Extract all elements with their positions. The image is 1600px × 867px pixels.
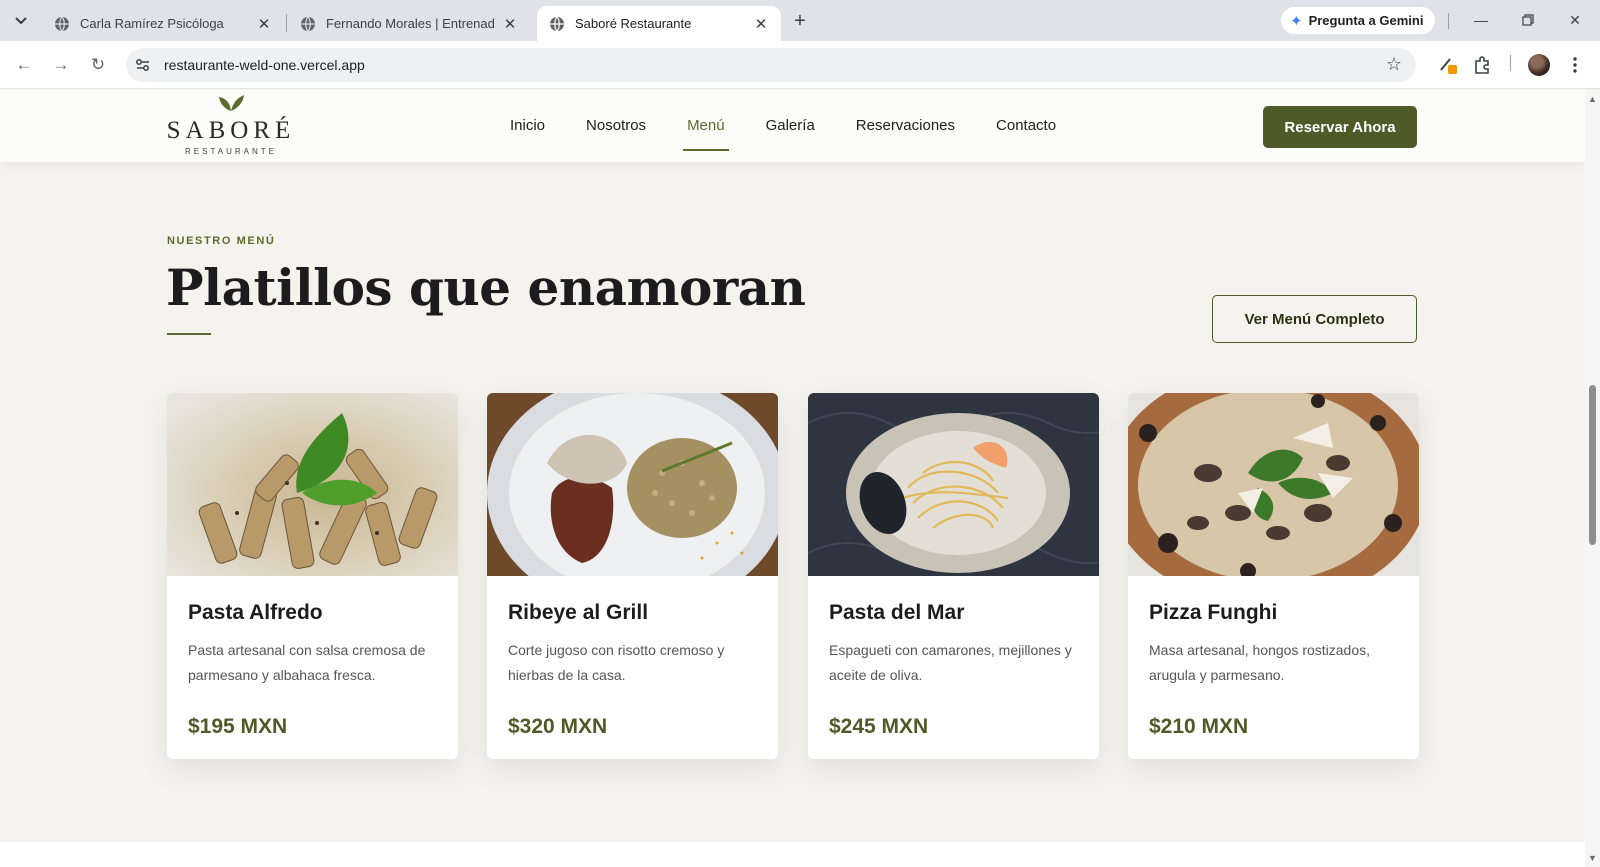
browser-toolbar: ← → ↻ restaurante-weld-one.vercel.app ☆ [0, 41, 1600, 89]
dish-photo [167, 393, 458, 576]
site-header: SABORÉ RESTAURANTE Inicio Nosotros Menú … [0, 90, 1585, 162]
globe-icon [301, 16, 315, 31]
dish-card[interactable]: Pizza Funghi Masa artesanal, hongos rost… [1128, 393, 1419, 759]
nav-inicio[interactable]: Inicio [510, 90, 545, 162]
site-logo[interactable]: SABORÉ RESTAURANTE [166, 94, 296, 158]
nav-menu[interactable]: Menú [683, 90, 729, 162]
back-arrow-icon[interactable]: ← [11, 52, 37, 78]
dish-description: Espagueti con camarones, mejillones y ac… [829, 642, 1072, 683]
page-scrollbar[interactable]: ▲ ▼ [1585, 90, 1600, 867]
nav-nosotros[interactable]: Nosotros [586, 90, 646, 162]
section-title: Platillos que enamoran [166, 258, 806, 317]
globe-icon [550, 16, 564, 31]
chevron-down-icon [15, 17, 27, 25]
tab-search-button[interactable] [6, 8, 36, 34]
scroll-up-icon[interactable]: ▲ [1587, 94, 1598, 104]
title-underline [167, 333, 211, 335]
url-text: restaurante-weld-one.vercel.app [164, 57, 365, 73]
scrollbar-thumb[interactable] [1589, 385, 1596, 545]
restore-icon[interactable] [1513, 8, 1543, 32]
close-window-icon[interactable]: ✕ [1560, 8, 1590, 32]
dish-name: Ribeye al Grill [508, 601, 649, 624]
globe-icon [55, 16, 69, 31]
view-full-menu-button[interactable]: Ver Menú Completo [1212, 295, 1417, 343]
gemini-button[interactable]: ✦ Pregunta a Gemini [1281, 7, 1436, 34]
reserve-now-button[interactable]: Reservar Ahora [1263, 106, 1417, 148]
toolbar-divider [1448, 13, 1449, 29]
extension-pen-icon[interactable] [1436, 53, 1460, 77]
browser-tab[interactable]: Carla Ramírez Psicóloga ✕ [42, 6, 284, 41]
dish-cards: Pasta Alfredo Pasta artesanal con salsa … [167, 393, 1419, 759]
next-section-edge [0, 842, 1585, 867]
nav-reservaciones[interactable]: Reservaciones [856, 90, 955, 162]
dish-description: Masa artesanal, hongos rostizados, arugu… [1149, 642, 1371, 683]
address-bar[interactable]: restaurante-weld-one.vercel.app ☆ [126, 48, 1416, 82]
logo-name: SABORÉ [166, 117, 296, 144]
tab-title: Saboré Restaurante [575, 16, 692, 31]
gemini-label: Pregunta a Gemini [1308, 13, 1424, 28]
logo-subtitle: RESTAURANTE [185, 147, 277, 156]
more-options-icon[interactable] [1563, 53, 1587, 77]
browser-tab-strip: Carla Ramírez Psicóloga ✕ Fernando Moral… [0, 0, 1600, 41]
dish-price: $320 MXN [508, 715, 608, 738]
dish-name: Pizza Funghi [1149, 601, 1278, 624]
nav-galeria[interactable]: Galería [766, 90, 815, 162]
close-icon[interactable]: ✕ [502, 16, 518, 33]
main-navigation: Inicio Nosotros Menú Galería Reservacion… [510, 90, 1097, 162]
scroll-down-icon[interactable]: ▼ [1587, 853, 1598, 863]
nav-contacto[interactable]: Contacto [996, 90, 1056, 162]
dish-price: $195 MXN [188, 715, 288, 738]
section-eyebrow: NUESTRO MENÚ [167, 235, 276, 247]
tab-title: Fernando Morales | Entrenador [326, 16, 494, 31]
dish-description: Corte jugoso con risotto cremoso y hierb… [508, 642, 725, 683]
tab-title: Carla Ramírez Psicóloga [80, 16, 224, 31]
gemini-sparkle-icon: ✦ [1290, 12, 1303, 30]
dish-card[interactable]: Pasta del Mar Espagueti con camarones, m… [808, 393, 1099, 759]
page-viewport: SABORÉ RESTAURANTE Inicio Nosotros Menú … [0, 90, 1585, 867]
dish-name: Pasta Alfredo [188, 601, 323, 624]
tab-divider [286, 14, 287, 32]
leaf-icon [219, 95, 244, 111]
close-icon[interactable]: ✕ [256, 16, 272, 33]
close-icon[interactable]: ✕ [753, 16, 769, 33]
dish-photo [808, 393, 1099, 576]
toolbar-divider [1510, 55, 1511, 71]
minimize-icon[interactable]: — [1466, 8, 1496, 32]
new-tab-button[interactable]: + [786, 10, 814, 32]
reload-icon[interactable]: ↻ [85, 52, 111, 78]
profile-avatar[interactable] [1528, 54, 1550, 76]
dish-photo [1128, 393, 1419, 576]
forward-arrow-icon[interactable]: → [48, 52, 74, 78]
dish-price: $210 MXN [1149, 715, 1249, 738]
dish-photo [487, 393, 778, 576]
browser-tab-active[interactable]: Saboré Restaurante ✕ [537, 6, 781, 41]
site-settings-icon[interactable] [134, 56, 152, 74]
dish-price: $245 MXN [829, 715, 929, 738]
dish-card[interactable]: Ribeye al Grill Corte jugoso con risotto… [487, 393, 778, 759]
dish-card[interactable]: Pasta Alfredo Pasta artesanal con salsa … [167, 393, 458, 759]
browser-tab[interactable]: Fernando Morales | Entrenador ✕ [288, 6, 530, 41]
dish-name: Pasta del Mar [829, 601, 965, 624]
dish-description: Pasta artesanal con salsa cremosa de par… [188, 642, 426, 683]
extensions-puzzle-icon[interactable] [1471, 53, 1495, 77]
bookmark-star-icon[interactable]: ☆ [1386, 54, 1402, 75]
